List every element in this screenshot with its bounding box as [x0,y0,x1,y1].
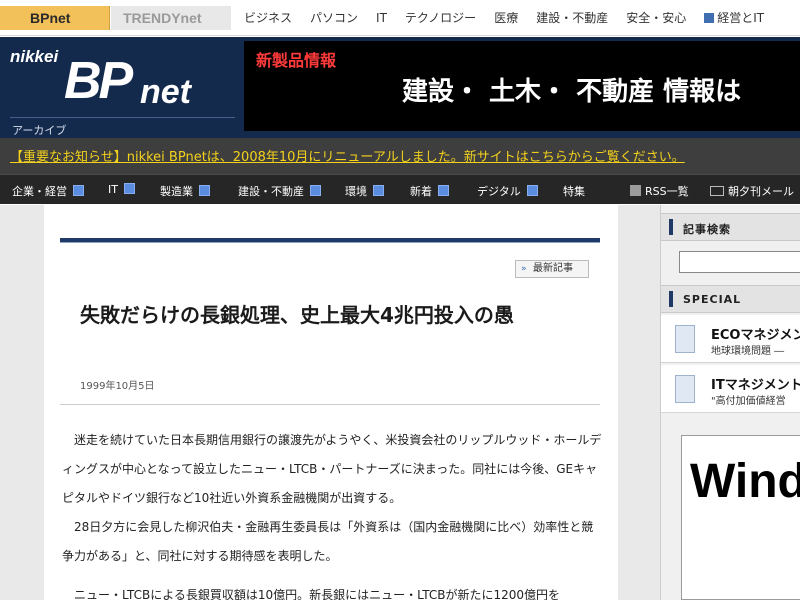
topnav-management-it[interactable]: 経営とIT [704,8,764,28]
heading-bar [669,219,673,235]
article-paragraph: 28日夕方に会見した柳沢伯夫・金融再生委員長は「外資系は（国内金融機関に比べ）効… [62,520,594,563]
date-divider [60,404,600,405]
rss-list-link[interactable]: RSS一覧 [630,183,689,199]
cat-construction[interactable]: 建設・不動産 [238,183,321,199]
special-item-title: ECOマネジメント [711,328,800,343]
topnav-it[interactable]: IT [376,8,387,28]
latest-articles-label: 最新記事 [533,263,573,274]
cat-manufacturing[interactable]: 製造業 [160,183,210,199]
topnav-medical[interactable]: 医療 [494,8,518,28]
tab-bpnet[interactable]: BPnet [0,6,110,30]
cat-environment-label: 環境 [345,185,367,198]
cat-new-label: 新着 [410,185,432,198]
rss-icon[interactable] [310,185,321,196]
rss-icon[interactable] [123,183,135,194]
document-icon [675,325,695,353]
topnav-pc[interactable]: パソコン [310,8,358,28]
mail-link[interactable]: 朝夕刊メール [710,183,794,199]
rss-icon[interactable] [438,185,449,196]
right-sidebar: 記事検索 SPECIAL ECOマネジメント 地球環境問題 ― ITマネジメント… [660,205,800,600]
topnav-construction[interactable]: 建設・不動産 [536,8,608,28]
sidebar-ad[interactable]: Windo [681,435,800,600]
latest-articles-button[interactable]: » 最新記事 [515,260,589,278]
notice-bar: 【重要なお知らせ】nikkei BPnetは、2008年10月にリニューアルしま… [0,138,800,174]
topnav-safety[interactable]: 安全・安心 [626,8,686,28]
chevron-down-icon: » [521,264,527,274]
cat-digital-label: デジタル [477,185,521,198]
rss-icon[interactable] [199,185,210,196]
special-item-subtitle: "高付加価値経営 [711,396,786,407]
cat-construction-label: 建設・不動産 [238,185,304,198]
cat-environment[interactable]: 環境 [345,183,384,199]
header-divider [10,117,235,118]
tab-trendynet[interactable]: TRENDYnet [111,6,231,30]
topnav-management-it-label: 経営とIT [717,11,765,25]
cat-new[interactable]: 新着 [410,183,449,199]
special-item-it[interactable]: ITマネジメント "高付加価値経営 [661,365,800,413]
special-item-subtitle: 地球環境問題 ― [711,346,785,357]
document-icon [675,375,695,403]
banner-subtitle: 新製品情報 [256,51,337,70]
search-input[interactable] [679,251,800,273]
topnav-business[interactable]: ビジネス [244,8,292,28]
rss-icon[interactable] [526,185,538,196]
cat-digital[interactable]: デジタル [477,183,538,199]
special-item-eco[interactable]: ECOマネジメント 地球環境問題 ― [661,315,800,363]
renewal-notice-link[interactable]: 【重要なお知らせ】nikkei BPnetは、2008年10月にリニューアルしま… [10,146,685,165]
logo-net-text[interactable]: net [140,75,191,109]
banner-headline: 建設・ 土木・ 不動産 情報は [402,77,742,107]
square-bullet-icon [704,13,715,23]
article-date: 1999年10月5日 [80,381,155,392]
rss-icon[interactable] [373,185,384,196]
article-top-rule [60,238,600,243]
mail-label: 朝夕刊メール [728,185,794,198]
article-paragraph: 迷走を続けていた日本長期信用銀行の譲渡先がようやく、米投資会社のリップルウッド・… [62,433,602,505]
cat-business-label: 企業・経営 [12,185,67,198]
rss-list-label: RSS一覧 [645,185,689,198]
article-paragraph: ニュー・LTCBによる長銀買収額は10億円。新長銀にはニュー・LTCBが新たに1… [62,588,560,600]
special-heading: SPECIAL [661,285,800,313]
cat-business[interactable]: 企業・経営 [12,183,84,199]
special-heading-text: SPECIAL [683,293,742,306]
sidebar-ad-text: Windo [690,455,800,508]
archive-label: アーカイブ [12,124,67,137]
topnav-technology[interactable]: テクノロジー [405,8,476,28]
rss-icon[interactable] [73,185,84,196]
logo-nikkei-text[interactable]: nikkei [10,47,58,67]
heading-bar [669,291,673,307]
site-header: nikkei BP net アーカイブ 新製品情報 建設・ 土木・ 不動産 情報… [0,37,800,138]
search-heading-text: 記事検索 [683,223,731,236]
cat-special[interactable]: 特集 [563,183,585,199]
top-category-nav: ビジネス パソコン IT テクノロジー 医療 建設・不動産 安全・安心 経営とI… [244,8,782,28]
rss-list-icon [630,185,641,196]
logo-bp-text[interactable]: BP [64,55,133,107]
article-body: 迷走を続けていた日本長期信用銀行の譲渡先がようやく、米投資会社のリップルウッド・… [62,426,602,600]
special-item-title: ITマネジメント [711,378,800,393]
mail-icon [710,186,724,196]
ad-banner[interactable]: 新製品情報 建設・ 土木・ 不動産 情報は [244,41,800,131]
site-switcher-bar: BPnet TRENDYnet ビジネス パソコン IT テクノロジー 医療 建… [0,0,800,36]
article-title: 失敗だらけの長銀処理、史上最大4兆円投入の愚 [80,303,514,327]
search-heading: 記事検索 [661,213,800,241]
cat-manufacturing-label: 製造業 [160,185,193,198]
cat-it-label: IT [108,183,118,196]
category-nav: 企業・経営 IT 製造業 建設・不動産 環境 新着 デジタル 特集 RSS一覧 … [0,174,800,204]
cat-it[interactable]: IT [108,183,135,196]
cat-special-label: 特集 [563,185,585,198]
